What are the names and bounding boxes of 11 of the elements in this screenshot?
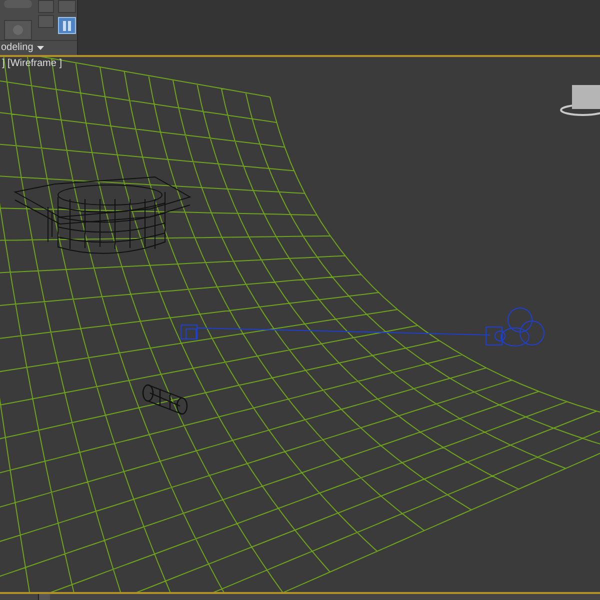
tool-button[interactable] (58, 17, 76, 34)
tubes-icon (62, 20, 72, 32)
caret-icon[interactable] (37, 46, 44, 50)
panel-label: odeling (1, 43, 34, 53)
tool-button[interactable] (4, 20, 32, 40)
tool-button[interactable] (38, 15, 54, 28)
viewcube-icon[interactable] (560, 85, 600, 116)
cylinder-wireframe-drawing (142, 384, 188, 415)
tool-button[interactable] (58, 0, 76, 13)
status-button[interactable] (38, 594, 50, 600)
tool-button[interactable] (38, 0, 54, 13)
